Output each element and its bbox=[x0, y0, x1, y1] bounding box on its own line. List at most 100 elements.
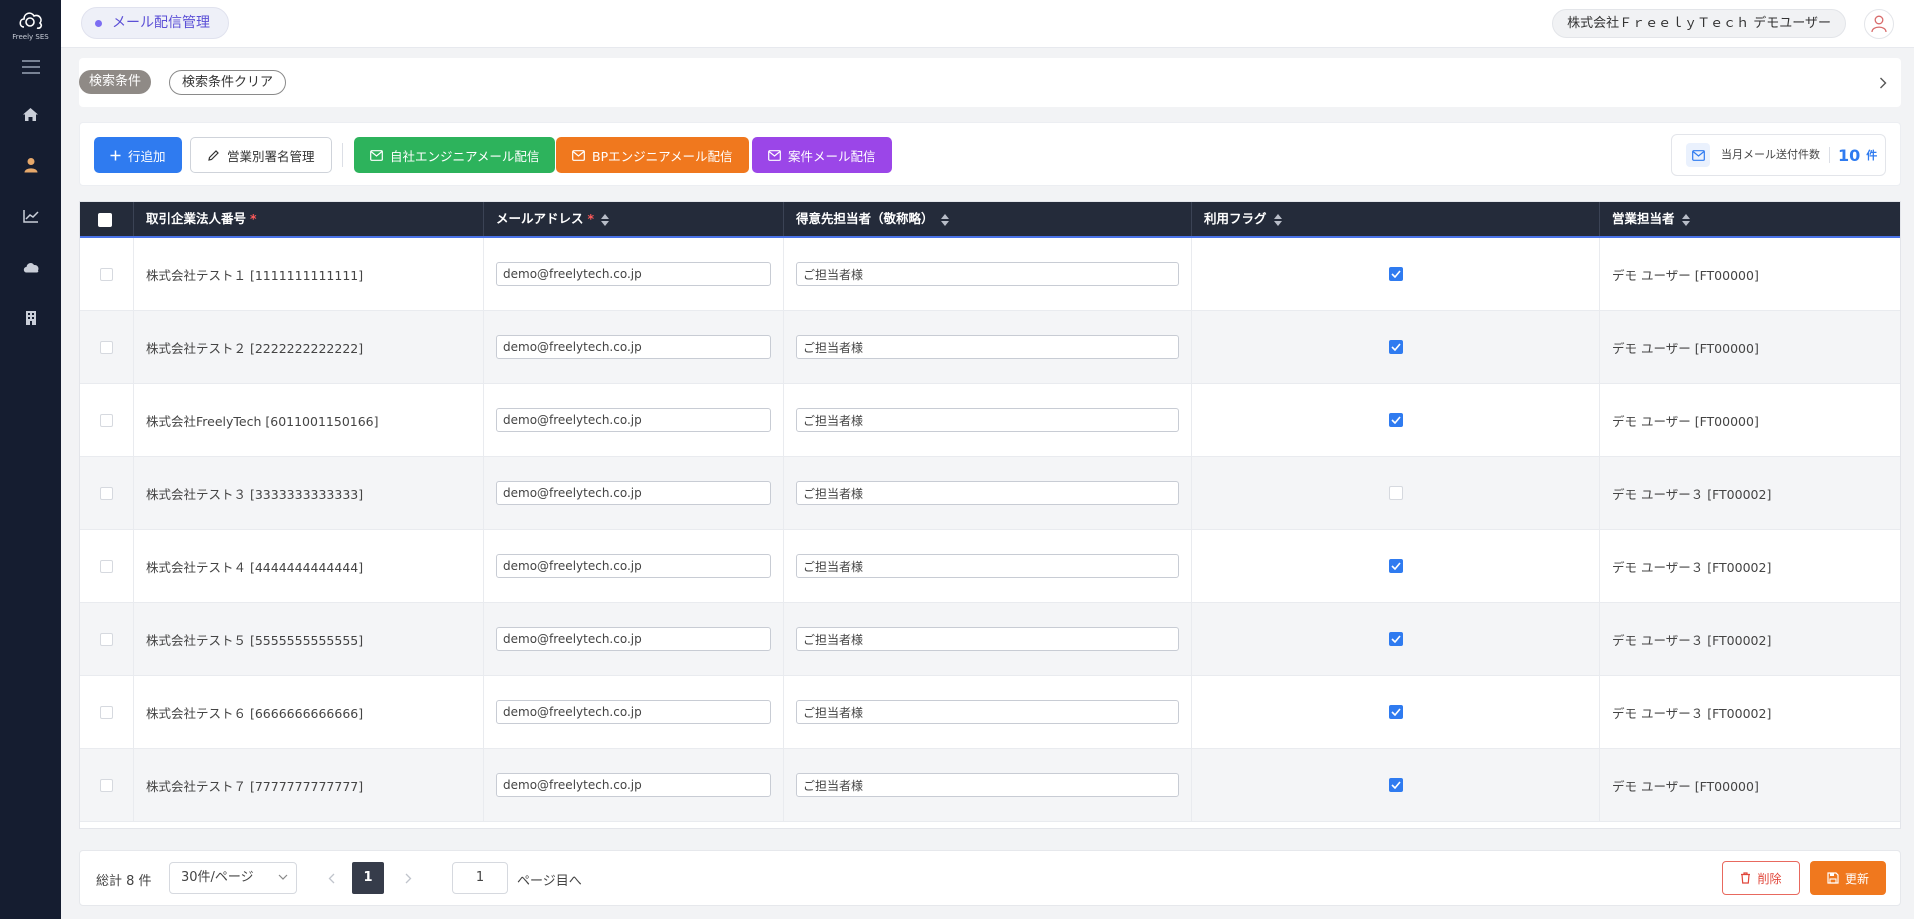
contact-cell bbox=[784, 238, 1192, 310]
use-flag-checkbox[interactable] bbox=[1388, 267, 1403, 281]
use-flag-checkbox[interactable] bbox=[1388, 705, 1403, 719]
next-page-button[interactable] bbox=[393, 863, 423, 893]
header-email[interactable]: メールアドレス * bbox=[484, 202, 784, 236]
email-cell bbox=[484, 676, 784, 748]
table-row[interactable]: 株式会社テスト２ [2222222222222] デモ ユーザー [FT00000… bbox=[80, 311, 1900, 384]
email-input[interactable] bbox=[496, 408, 771, 432]
logo-text: Freely SES bbox=[12, 33, 49, 41]
mail-icon bbox=[370, 149, 383, 161]
company-text: 株式会社テスト５ [5555555555555] bbox=[146, 632, 364, 648]
table-row[interactable]: 株式会社テスト７ [7777777777777] デモ ユーザー [FT00000… bbox=[80, 749, 1900, 822]
sales-text: デモ ユーザー３ [FT00002] bbox=[1612, 632, 1772, 648]
contact-input[interactable] bbox=[796, 335, 1179, 359]
table-row[interactable]: 株式会社テスト３ [3333333333333] デモ ユーザー３ [FT0000… bbox=[80, 457, 1900, 530]
save-icon bbox=[1827, 872, 1839, 884]
contact-input[interactable] bbox=[796, 554, 1179, 578]
goto-page-input[interactable]: 1 bbox=[452, 862, 508, 894]
contact-input[interactable] bbox=[796, 481, 1179, 505]
delete-button[interactable]: 削除 bbox=[1722, 861, 1800, 895]
email-input[interactable] bbox=[496, 627, 771, 651]
add-row-label: 行追加 bbox=[128, 148, 166, 164]
table-row[interactable]: 株式会社テスト６ [6666666666666] デモ ユーザー３ [FT0000… bbox=[80, 676, 1900, 749]
goto-page-label: ページ目へ bbox=[517, 874, 582, 889]
own-engineer-mail-button[interactable]: 自社エンジニアメール配信 bbox=[354, 137, 556, 173]
company-cell: 株式会社テスト４ [4444444444444] bbox=[134, 530, 484, 602]
row-checkbox[interactable] bbox=[100, 267, 113, 281]
home-icon[interactable] bbox=[0, 96, 61, 132]
signature-manage-button[interactable]: 営業別署名管理 bbox=[190, 137, 332, 173]
sales-cell: デモ ユーザー [FT00000] bbox=[1600, 311, 1900, 383]
monthly-mail-count-value: 10 bbox=[1838, 145, 1861, 165]
use-flag-checkbox[interactable] bbox=[1388, 559, 1403, 573]
page-tab-mail-delivery[interactable]: メール配信管理 bbox=[81, 7, 229, 39]
contact-cell bbox=[784, 603, 1192, 675]
avatar[interactable] bbox=[1864, 9, 1894, 39]
row-checkbox[interactable] bbox=[100, 413, 113, 427]
page-size-select[interactable]: 30件/ページ bbox=[169, 862, 297, 894]
table-row[interactable]: 株式会社テスト５ [5555555555555] デモ ユーザー３ [FT0000… bbox=[80, 603, 1900, 676]
app-logo[interactable]: Freely SES bbox=[0, 8, 61, 46]
cloud-icon[interactable] bbox=[0, 249, 61, 285]
monthly-mail-count-unit: 件 bbox=[1866, 149, 1878, 162]
company-user-label[interactable]: 株式会社ＦｒｅｅｌｙＴｅｃｈ デモユーザー bbox=[1552, 9, 1846, 38]
email-input[interactable] bbox=[496, 773, 771, 797]
email-input[interactable] bbox=[496, 335, 771, 359]
mail-icon bbox=[1686, 143, 1710, 167]
sidebar: Freely SES bbox=[0, 0, 61, 919]
sort-icon[interactable] bbox=[1273, 213, 1283, 227]
update-button[interactable]: 更新 bbox=[1810, 861, 1886, 895]
header-flag[interactable]: 利用フラグ bbox=[1192, 202, 1600, 236]
user-icon[interactable] bbox=[0, 147, 61, 183]
sort-icon[interactable] bbox=[1681, 213, 1691, 227]
use-flag-checkbox[interactable] bbox=[1388, 340, 1403, 354]
use-flag-checkbox[interactable] bbox=[1388, 778, 1403, 792]
contact-input[interactable] bbox=[796, 627, 1179, 651]
clear-search-button[interactable]: 検索条件クリア bbox=[169, 70, 287, 95]
chevron-right-icon[interactable] bbox=[1873, 73, 1893, 93]
email-input[interactable] bbox=[496, 554, 771, 578]
use-flag-checkbox[interactable] bbox=[1388, 413, 1403, 427]
email-input[interactable] bbox=[496, 481, 771, 505]
company-cell: 株式会社テスト１ [1111111111111] bbox=[134, 238, 484, 310]
row-checkbox[interactable] bbox=[100, 705, 113, 719]
table-row[interactable]: 株式会社FreelyTech [6011001150166] デモ ユーザー [F… bbox=[80, 384, 1900, 457]
building-icon[interactable] bbox=[0, 300, 61, 336]
chevron-right-icon bbox=[405, 873, 411, 883]
chevron-down-icon bbox=[278, 874, 288, 880]
row-checkbox[interactable] bbox=[100, 559, 113, 573]
email-input[interactable] bbox=[496, 700, 771, 724]
bp-engineer-mail-button[interactable]: BPエンジニアメール配信 bbox=[556, 137, 749, 173]
search-conditions-badge[interactable]: 検索条件 bbox=[79, 70, 152, 94]
sales-text: デモ ユーザー [FT00000] bbox=[1612, 340, 1759, 356]
sort-icon[interactable] bbox=[601, 213, 610, 227]
contact-input[interactable] bbox=[796, 700, 1179, 724]
company-cell: 株式会社FreelyTech [6011001150166] bbox=[134, 384, 484, 456]
menu-icon[interactable] bbox=[0, 49, 61, 85]
use-flag-checkbox[interactable] bbox=[1388, 632, 1403, 646]
row-checkbox[interactable] bbox=[100, 340, 113, 354]
prev-page-button[interactable] bbox=[316, 863, 346, 893]
sales-cell: デモ ユーザー [FT00000] bbox=[1600, 749, 1900, 821]
row-checkbox[interactable] bbox=[100, 632, 113, 646]
table-row[interactable]: 株式会社テスト４ [4444444444444] デモ ユーザー３ [FT0000… bbox=[80, 530, 1900, 603]
table-row[interactable]: 株式会社テスト１ [1111111111111] デモ ユーザー [FT00000… bbox=[80, 238, 1900, 311]
row-checkbox[interactable] bbox=[100, 778, 113, 792]
add-row-button[interactable]: 行追加 bbox=[94, 137, 182, 173]
row-checkbox[interactable] bbox=[100, 486, 113, 500]
use-flag-checkbox[interactable] bbox=[1388, 486, 1403, 500]
contact-input[interactable] bbox=[796, 773, 1179, 797]
select-all-checkbox[interactable] bbox=[98, 213, 112, 227]
header-sales[interactable]: 営業担当者 bbox=[1600, 202, 1900, 236]
header-contact[interactable]: 得意先担当者（敬称略） bbox=[784, 202, 1192, 236]
contact-input[interactable] bbox=[796, 408, 1179, 432]
sort-icon[interactable] bbox=[940, 213, 950, 227]
total-count: 総計 8 件 bbox=[96, 874, 152, 889]
header-company[interactable]: 取引企業法人番号 * bbox=[134, 202, 484, 236]
current-page-button[interactable]: 1 bbox=[352, 862, 384, 894]
project-mail-button[interactable]: 案件メール配信 bbox=[752, 137, 892, 173]
company-text: 株式会社FreelyTech [6011001150166] bbox=[146, 413, 379, 429]
row-select-cell bbox=[80, 530, 134, 602]
email-input[interactable] bbox=[496, 262, 771, 286]
contact-input[interactable] bbox=[796, 262, 1179, 286]
chart-icon[interactable] bbox=[0, 198, 61, 234]
